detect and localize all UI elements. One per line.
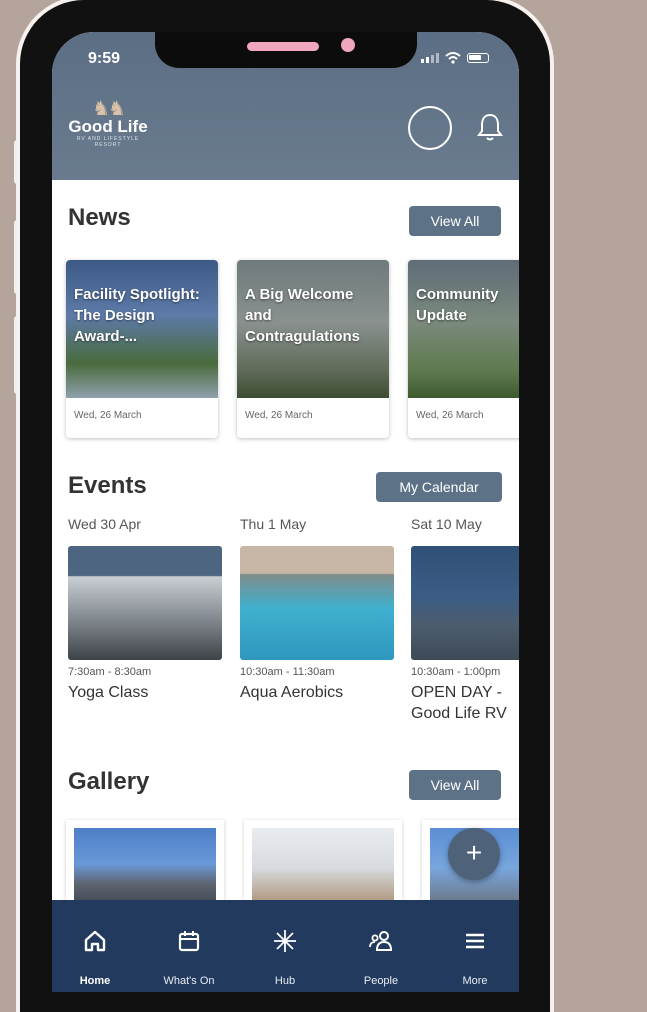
news-card[interactable]: A Big Welcome and Contragulations Wed, 2… <box>237 260 389 438</box>
front-camera <box>341 38 355 52</box>
tab-whats-on[interactable]: What's On <box>154 928 224 987</box>
tab-home[interactable]: Home <box>60 928 130 987</box>
news-card[interactable]: Facility Spotlight: The Design Award-...… <box>66 260 218 438</box>
phone-notch <box>155 32 417 68</box>
news-image: Facility Spotlight: The Design Award-... <box>66 260 218 398</box>
event-title[interactable]: Yoga Class <box>68 682 228 703</box>
events-title: Events <box>68 472 147 499</box>
tab-people[interactable]: People <box>346 928 416 987</box>
gallery-item[interactable] <box>244 820 402 900</box>
tab-label: Hub <box>274 975 296 987</box>
gallery-view-all-button[interactable]: View All <box>409 770 501 800</box>
event-title[interactable]: Aqua Aerobics <box>240 682 400 703</box>
status-time: 9:59 <box>88 50 121 67</box>
news-view-all-button[interactable]: View All <box>409 206 501 236</box>
news-card[interactable]: Community Update Wed, 26 March <box>408 260 519 438</box>
signal-icon <box>421 53 439 63</box>
news-card-date: Wed, 26 March <box>245 410 313 421</box>
logo-horses-icon: ♞♞ <box>92 98 126 120</box>
bell-icon[interactable] <box>476 112 504 142</box>
news-image: A Big Welcome and Contragulations <box>237 260 389 398</box>
news-card-date: Wed, 26 March <box>74 410 142 421</box>
my-calendar-button[interactable]: My Calendar <box>376 472 502 502</box>
tab-label: People <box>363 975 399 987</box>
people-icon <box>369 931 393 951</box>
calendar-icon <box>178 931 200 952</box>
good-life-logo[interactable]: ♞♞ Good Life RV AND LIFESTYLE RESORT <box>68 98 148 148</box>
gallery-item[interactable] <box>66 820 224 900</box>
tab-label: Home <box>79 975 111 987</box>
news-image: Community Update <box>408 260 519 398</box>
event-image-pool[interactable] <box>240 546 394 660</box>
tab-label: More <box>462 975 488 987</box>
event-image-gym[interactable] <box>68 546 222 660</box>
news-card-title: Community Update <box>416 286 499 324</box>
event-image-open-day[interactable] <box>411 546 519 660</box>
tab-hub[interactable]: Hub <box>250 928 320 987</box>
event-date: Wed 30 Apr <box>68 516 141 532</box>
tab-label: What's On <box>163 975 215 987</box>
news-card-title: A Big Welcome and Contragulations <box>245 286 360 345</box>
battery-icon <box>467 53 489 63</box>
hub-icon <box>274 930 296 952</box>
tab-more[interactable]: More <box>440 928 510 987</box>
profile-avatar[interactable] <box>408 106 452 150</box>
event-title[interactable]: OPEN DAY - Good Life RV and Lifestyle <box>411 682 519 724</box>
home-icon <box>84 930 106 952</box>
menu-icon <box>466 933 484 949</box>
news-card-date: Wed, 26 March <box>416 410 484 421</box>
status-icons <box>421 52 489 64</box>
event-date: Thu 1 May <box>240 516 307 532</box>
speaker-grille <box>247 42 319 51</box>
add-fab-button[interactable]: + <box>448 828 500 880</box>
wifi-icon <box>445 52 461 64</box>
home-content: News View All Facility Spotlight: The De… <box>52 180 519 900</box>
phone-frame: 9:59 ♞♞ Good Life RV AND LIFESTYLE RESOR… <box>20 0 550 1012</box>
logo-name: Good Life <box>68 117 148 136</box>
logo-tagline: RV AND LIFESTYLE RESORT <box>76 136 140 148</box>
event-date: Sat 10 May <box>411 516 482 532</box>
news-card-title: Facility Spotlight: The Design Award-... <box>74 286 200 345</box>
gallery-image <box>252 828 394 900</box>
news-title: News <box>68 204 131 231</box>
bottom-tab-bar: Home What's On Hub People More <box>52 900 519 992</box>
app-screen: 9:59 ♞♞ Good Life RV AND LIFESTYLE RESOR… <box>52 32 519 992</box>
gallery-title: Gallery <box>68 768 150 795</box>
gallery-image <box>74 828 216 900</box>
event-time: 10:30am - 11:30am <box>240 666 335 678</box>
event-time: 10:30am - 1:00pm <box>411 666 501 678</box>
event-time: 7:30am - 8:30am <box>68 666 152 678</box>
